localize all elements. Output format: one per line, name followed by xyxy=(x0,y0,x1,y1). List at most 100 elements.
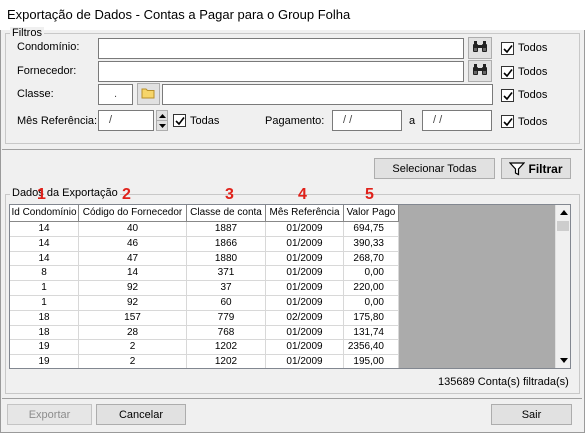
cell-mes-referencia: 01/2009 xyxy=(266,266,344,282)
cell-classe-conta: 1202 xyxy=(187,340,266,356)
exportar-label: Exportar xyxy=(28,408,71,421)
cell-id-condominio: 1 xyxy=(10,295,79,311)
checkmark-icon xyxy=(175,117,185,126)
cell-mes-referencia: 01/2009 xyxy=(266,325,344,341)
cell-classe-conta: 1887 xyxy=(187,222,266,237)
export-data-grid[interactable]: Id Condomínio Código do Fornecedor Class… xyxy=(9,204,571,369)
cell-mes-referencia: 01/2009 xyxy=(266,281,344,296)
cell-id-condominio: 14 xyxy=(10,236,79,252)
cell-mes-referencia: 01/2009 xyxy=(266,236,344,252)
cell-valor-pago: 0,00 xyxy=(344,266,399,282)
classe-code-input[interactable]: . xyxy=(98,84,133,105)
table-row[interactable]: 18 28 768 01/2009 131,74 xyxy=(10,325,399,341)
fornecedor-input[interactable] xyxy=(98,61,464,82)
cell-id-condominio: 18 xyxy=(10,310,79,326)
cell-codigo-fornecedor: 28 xyxy=(79,325,187,341)
pagamento-todos-label: Todos xyxy=(518,116,548,128)
cell-codigo-fornecedor: 157 xyxy=(79,310,187,326)
cell-mes-referencia: 01/2009 xyxy=(266,355,344,368)
sair-label: Sair xyxy=(521,408,542,421)
pagamento-from-input[interactable]: / / xyxy=(332,110,402,131)
grid-vertical-scrollbar[interactable] xyxy=(555,205,570,368)
exportar-button[interactable]: Exportar xyxy=(7,404,92,425)
col-header-classe-conta[interactable]: Classe de conta xyxy=(187,205,266,222)
cell-valor-pago: 131,74 xyxy=(344,325,399,341)
fornecedor-label: Fornecedor: xyxy=(17,65,77,77)
classe-todos-label: Todos xyxy=(518,89,548,101)
pagamento-todos-checkbox[interactable] xyxy=(501,115,514,128)
classe-desc-input[interactable] xyxy=(162,84,493,105)
cell-codigo-fornecedor: 14 xyxy=(79,266,187,282)
classe-folder-button[interactable] xyxy=(137,83,160,105)
cell-classe-conta: 768 xyxy=(187,325,266,341)
folder-icon xyxy=(141,87,156,102)
table-row[interactable]: 1 92 37 01/2009 220,00 xyxy=(10,281,399,296)
cell-codigo-fornecedor: 92 xyxy=(79,281,187,296)
cell-valor-pago: 694,75 xyxy=(344,222,399,237)
table-row[interactable]: 14 46 1866 01/2009 390,33 xyxy=(10,236,399,252)
divider-bottom xyxy=(2,398,582,399)
table-row[interactable]: 1 92 60 01/2009 0,00 xyxy=(10,295,399,311)
table-row[interactable]: 19 2 1202 01/2009 2356,40 xyxy=(10,340,399,356)
binoculars-icon xyxy=(472,40,488,56)
table-row[interactable]: 14 47 1880 01/2009 268,70 xyxy=(10,251,399,267)
col-header-mes-referencia[interactable]: Mês Referência xyxy=(266,205,344,222)
cell-codigo-fornecedor: 2 xyxy=(79,340,187,356)
column-marker-5: 5 xyxy=(365,186,374,203)
scroll-thumb[interactable] xyxy=(557,221,569,231)
condominio-search-button[interactable] xyxy=(468,37,492,59)
cell-codigo-fornecedor: 46 xyxy=(79,236,187,252)
table-row[interactable]: 18 157 779 02/2009 175,80 xyxy=(10,310,399,326)
col-header-id-condominio[interactable]: Id Condomínio xyxy=(10,205,79,222)
divider-top xyxy=(2,149,582,150)
selecionar-todas-label: Selecionar Todas xyxy=(392,162,477,175)
filtered-count: 135689 Conta(s) filtrada(s) xyxy=(438,376,569,388)
classe-todos-checkbox[interactable] xyxy=(501,89,514,102)
cell-id-condominio: 8 xyxy=(10,266,79,282)
scroll-down-icon[interactable] xyxy=(556,353,570,368)
sair-button[interactable]: Sair xyxy=(491,404,572,425)
spin-up-icon[interactable] xyxy=(157,111,167,121)
cell-valor-pago: 2356,40 xyxy=(344,340,399,356)
fornecedor-todos-checkbox[interactable] xyxy=(501,66,514,79)
table-row[interactable]: 8 14 371 01/2009 0,00 xyxy=(10,266,399,282)
cell-classe-conta: 371 xyxy=(187,266,266,282)
selecionar-todas-button[interactable]: Selecionar Todas xyxy=(374,158,495,179)
pagamento-to-input[interactable]: / / xyxy=(422,110,492,131)
checkmark-icon xyxy=(503,92,513,101)
scroll-up-icon[interactable] xyxy=(556,205,570,220)
funnel-icon xyxy=(509,161,526,176)
cell-id-condominio: 1 xyxy=(10,281,79,296)
pagamento-sep-label: a xyxy=(409,115,416,127)
mes-referencia-spinner[interactable] xyxy=(156,110,168,131)
cancelar-button[interactable]: Cancelar xyxy=(96,404,186,425)
table-row[interactable]: 14 40 1887 01/2009 694,75 xyxy=(10,222,399,237)
filtrar-button[interactable]: Filtrar xyxy=(501,158,571,179)
mes-referencia-todas-checkbox[interactable] xyxy=(173,114,186,127)
column-marker-1: 1 xyxy=(37,186,46,203)
grid-empty-area xyxy=(399,205,556,368)
cell-valor-pago: 195,00 xyxy=(344,355,399,368)
cell-id-condominio: 18 xyxy=(10,325,79,341)
col-header-valor-pago[interactable]: Valor Pago xyxy=(344,205,399,222)
cell-id-condominio: 14 xyxy=(10,222,79,237)
mes-referencia-input[interactable]: / xyxy=(98,110,154,131)
condominio-todos-checkbox[interactable] xyxy=(501,42,514,55)
window-title: Exportação de Dados - Contas a Pagar par… xyxy=(0,0,585,30)
binoculars-icon xyxy=(472,63,488,79)
cell-valor-pago: 268,70 xyxy=(344,251,399,267)
col-header-codigo-fornecedor[interactable]: Código do Fornecedor xyxy=(79,205,187,222)
condominio-input[interactable] xyxy=(98,38,464,59)
cell-classe-conta: 1880 xyxy=(187,251,266,267)
classe-label: Classe: xyxy=(17,88,54,100)
cell-valor-pago: 0,00 xyxy=(344,295,399,311)
cell-classe-conta: 1866 xyxy=(187,236,266,252)
table-row[interactable]: 19 2 1202 01/2009 195,00 xyxy=(10,355,399,368)
cancelar-label: Cancelar xyxy=(118,408,164,421)
fornecedor-search-button[interactable] xyxy=(468,60,492,82)
spin-down-icon[interactable] xyxy=(157,121,167,130)
filtrar-label: Filtrar xyxy=(528,161,563,176)
cell-mes-referencia: 02/2009 xyxy=(266,310,344,326)
grid-header: Id Condomínio Código do Fornecedor Class… xyxy=(10,205,399,222)
cell-id-condominio: 14 xyxy=(10,251,79,267)
